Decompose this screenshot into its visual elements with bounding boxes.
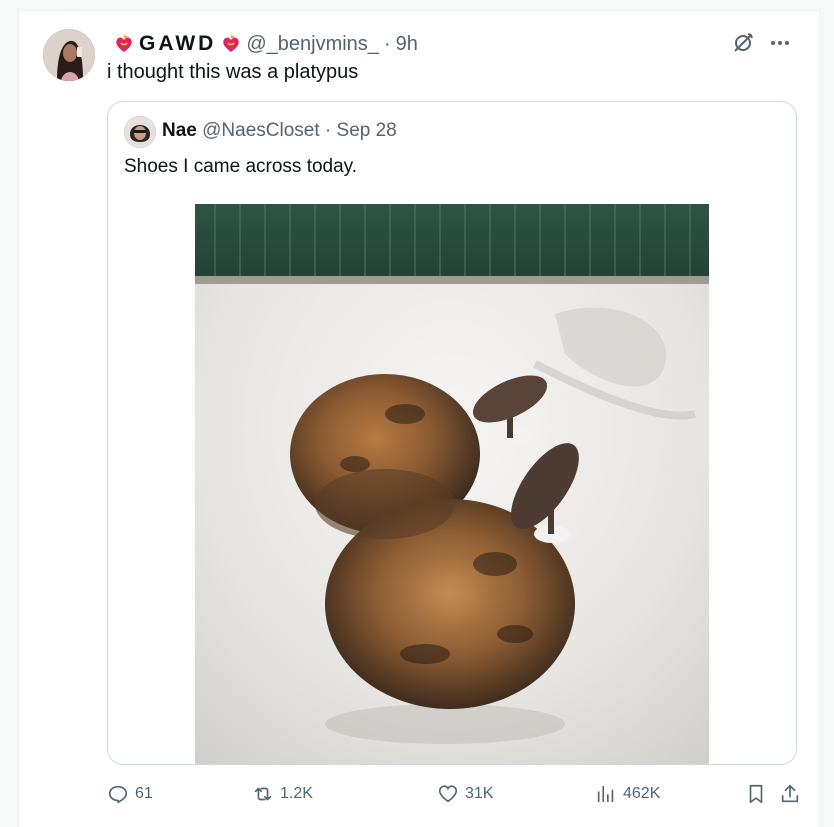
quoted-date[interactable]: Sep 28 xyxy=(337,120,397,141)
more-icon[interactable] xyxy=(769,32,791,59)
tweet-header: GAWD @_benjvmins_ · 9h xyxy=(109,31,418,57)
heart-fire-emoji-icon xyxy=(221,34,241,54)
views-button[interactable]: 462K xyxy=(595,783,660,805)
quoted-text: Shoes I came across today. xyxy=(124,156,358,177)
quoted-photo[interactable] xyxy=(195,204,709,764)
action-bar: 61 1.2K 31K 462K xyxy=(107,783,799,807)
display-name[interactable]: GAWD xyxy=(139,32,216,56)
separator-dot: · xyxy=(324,120,332,141)
repost-count: 1.2K xyxy=(280,785,313,802)
reply-count: 61 xyxy=(135,785,153,802)
tweet-card[interactable]: GAWD @_benjvmins_ · 9h i thought this wa… xyxy=(18,10,820,827)
views-icon xyxy=(597,785,614,803)
bookmark-icon xyxy=(749,784,763,804)
user-handle[interactable]: @_benjvmins_ xyxy=(246,33,379,56)
share-button[interactable] xyxy=(779,783,801,805)
bookmark-button[interactable] xyxy=(745,783,767,805)
views-count: 462K xyxy=(623,785,661,802)
heart-fire-emoji-icon xyxy=(114,34,134,54)
tweet-text: i thought this was a platypus xyxy=(107,61,359,83)
like-button[interactable]: 31K xyxy=(437,783,493,805)
tweet-top-actions xyxy=(731,31,791,60)
grok-icon[interactable] xyxy=(731,31,755,60)
reply-icon xyxy=(108,785,128,804)
share-icon xyxy=(781,784,799,803)
repost-icon xyxy=(254,787,272,801)
like-count: 31K xyxy=(465,785,494,802)
quoted-header: Nae @NaesCloset · Sep 28 xyxy=(162,120,397,142)
photo-furry-sandals-icon xyxy=(195,204,709,764)
quoted-display-name[interactable]: Nae xyxy=(162,120,197,141)
timestamp[interactable]: 9h xyxy=(396,33,418,56)
quoted-tweet[interactable]: Nae @NaesCloset · Sep 28 Shoes I came ac… xyxy=(107,101,797,765)
separator-dot: · xyxy=(383,32,391,55)
reply-button[interactable]: 61 xyxy=(107,783,153,805)
avatar-image xyxy=(43,29,95,81)
avatar[interactable] xyxy=(43,29,95,81)
quoted-handle[interactable]: @NaesCloset xyxy=(202,120,320,141)
heart-icon xyxy=(438,785,458,803)
quoted-avatar[interactable] xyxy=(124,116,156,148)
repost-button[interactable]: 1.2K xyxy=(252,783,313,805)
